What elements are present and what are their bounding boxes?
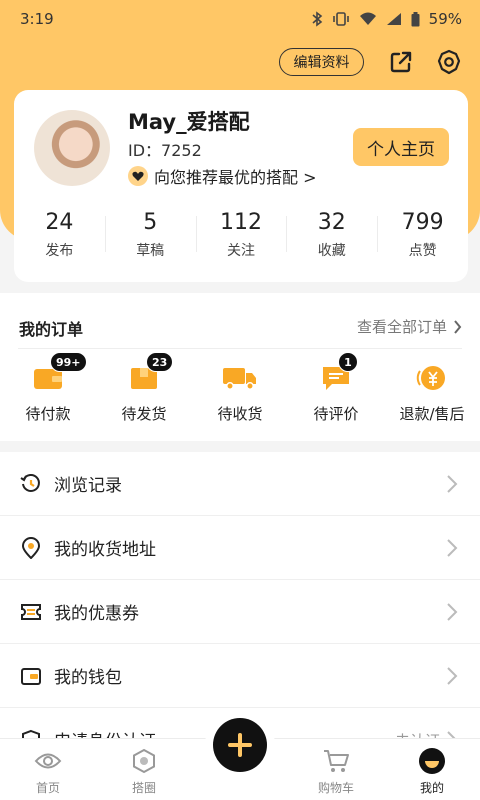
cart-icon — [322, 747, 350, 775]
signal-icon — [386, 13, 401, 25]
stat-value: 32 — [317, 210, 346, 235]
orders-title: 我的订单 — [19, 320, 84, 339]
order-label: 待发货 — [121, 405, 167, 423]
battery-icon — [411, 11, 420, 26]
username: May_爱搭配 — [128, 110, 250, 134]
stat-favorites[interactable]: 32 收藏 — [286, 208, 377, 260]
stat-label: 草稿 — [136, 243, 165, 259]
bluetooth-icon — [312, 11, 322, 27]
stat-label: 点赞 — [408, 243, 437, 259]
menu-item-label: 我的钱包 — [54, 668, 122, 688]
refund-icon — [412, 363, 452, 393]
share-icon[interactable] — [385, 46, 417, 78]
status-time: 3:19 — [20, 10, 54, 28]
view-all-orders-label: 查看全部订单 — [356, 318, 447, 336]
nav-cart[interactable]: 购物车 — [288, 739, 384, 800]
view-all-orders-link[interactable]: 查看全部订单 — [357, 316, 462, 337]
user-id: ID：7252 — [128, 141, 202, 160]
stat-value: 799 — [401, 210, 444, 235]
plus-icon — [228, 733, 252, 757]
menu-item-label: 浏览记录 — [54, 476, 122, 496]
menu-item-shipping-address[interactable]: 我的收货地址 — [0, 516, 480, 580]
history-icon — [20, 473, 42, 495]
order-label: 待收货 — [217, 405, 263, 423]
badge-count: 99+ — [50, 352, 87, 372]
stat-drafts[interactable]: 5 草稿 — [104, 208, 196, 260]
chevron-right-icon — [447, 667, 458, 685]
avatar[interactable] — [34, 110, 110, 186]
status-bar: 3:19 59% — [0, 0, 480, 38]
nav-label: 首页 — [35, 781, 60, 795]
stat-label: 关注 — [226, 243, 255, 259]
stat-posts[interactable]: 24 发布 — [14, 208, 105, 260]
chevron-right-icon — [447, 475, 458, 493]
wallet-icon — [20, 665, 42, 687]
badge-count: 1 — [338, 352, 358, 372]
package-icon: 23 — [124, 352, 174, 393]
battery-level: 59% — [428, 10, 462, 28]
truck-icon — [220, 363, 260, 393]
order-refund-aftersale[interactable]: 退款/售后 — [384, 363, 480, 424]
stat-value: 5 — [143, 210, 158, 235]
order-pending-payment[interactable]: 99+ 待付款 — [0, 352, 96, 424]
menu-item-label: 我的优惠券 — [54, 604, 139, 624]
order-pending-shipment[interactable]: 23 待发货 — [96, 352, 192, 424]
divider — [18, 348, 462, 349]
order-label: 退款/售后 — [399, 405, 465, 423]
comment-icon: 1 — [316, 352, 358, 393]
order-pending-review[interactable]: 1 待评价 — [288, 352, 384, 424]
menu-item-wallet[interactable]: 我的钱包 — [0, 644, 480, 708]
wallet-icon: 99+ — [28, 352, 87, 393]
menu-item-coupons[interactable]: 我的优惠券 — [0, 580, 480, 644]
menu-item-label: 我的收货地址 — [54, 540, 156, 560]
badge-count: 23 — [146, 352, 174, 372]
nav-label: 购物车 — [317, 781, 354, 795]
menu-item-browse-history[interactable]: 浏览记录 — [0, 452, 480, 516]
my-orders-section: 我的订单 查看全部订单 99+ 待付款 23 待发货 待收货 1 待评价 退款/… — [0, 293, 480, 441]
personal-homepage-button[interactable]: 个人主页 — [353, 128, 449, 166]
wifi-icon — [359, 12, 376, 25]
stat-label: 收藏 — [317, 243, 346, 259]
profile-stats: 24 发布 5 草稿 112 关注 32 收藏 799 点赞 — [14, 208, 468, 260]
stat-label: 发布 — [45, 243, 74, 259]
profile-icon — [418, 747, 446, 775]
create-post-button[interactable] — [213, 718, 267, 772]
stat-following[interactable]: 112 关注 — [195, 208, 287, 260]
order-pending-receipt[interactable]: 待收货 — [192, 363, 288, 424]
chevron-right-icon — [447, 539, 458, 557]
nav-label: 我的 — [419, 781, 444, 795]
profile-card: May_爱搭配 ID：7252 向您推荐最优的搭配 > 个人主页 24 发布 5… — [14, 90, 468, 282]
location-icon — [20, 536, 42, 559]
nav-label: 搭圈 — [131, 781, 156, 795]
stat-likes[interactable]: 799 点赞 — [377, 208, 468, 260]
order-label: 待付款 — [25, 405, 71, 423]
gear-icon[interactable] — [433, 46, 465, 78]
recommend-link[interactable]: 向您推荐最优的搭配 > — [128, 164, 317, 188]
coupon-icon — [20, 601, 42, 623]
hexagon-icon — [130, 747, 158, 775]
vibrate-icon — [332, 12, 349, 26]
nav-home[interactable]: 首页 — [0, 739, 96, 800]
stat-value: 112 — [219, 210, 262, 235]
nav-profile[interactable]: 我的 — [384, 739, 480, 800]
eye-icon — [34, 747, 62, 775]
chevron-right-icon — [454, 319, 462, 334]
edit-profile-button[interactable]: 编辑资料 — [279, 48, 364, 76]
recommend-text: 向您推荐最优的搭配 > — [154, 168, 317, 187]
nav-circle[interactable]: 搭圈 — [96, 739, 192, 800]
heart-icon — [128, 166, 148, 186]
order-label: 待评价 — [313, 405, 359, 423]
stat-value: 24 — [45, 210, 74, 235]
chevron-right-icon — [447, 603, 458, 621]
